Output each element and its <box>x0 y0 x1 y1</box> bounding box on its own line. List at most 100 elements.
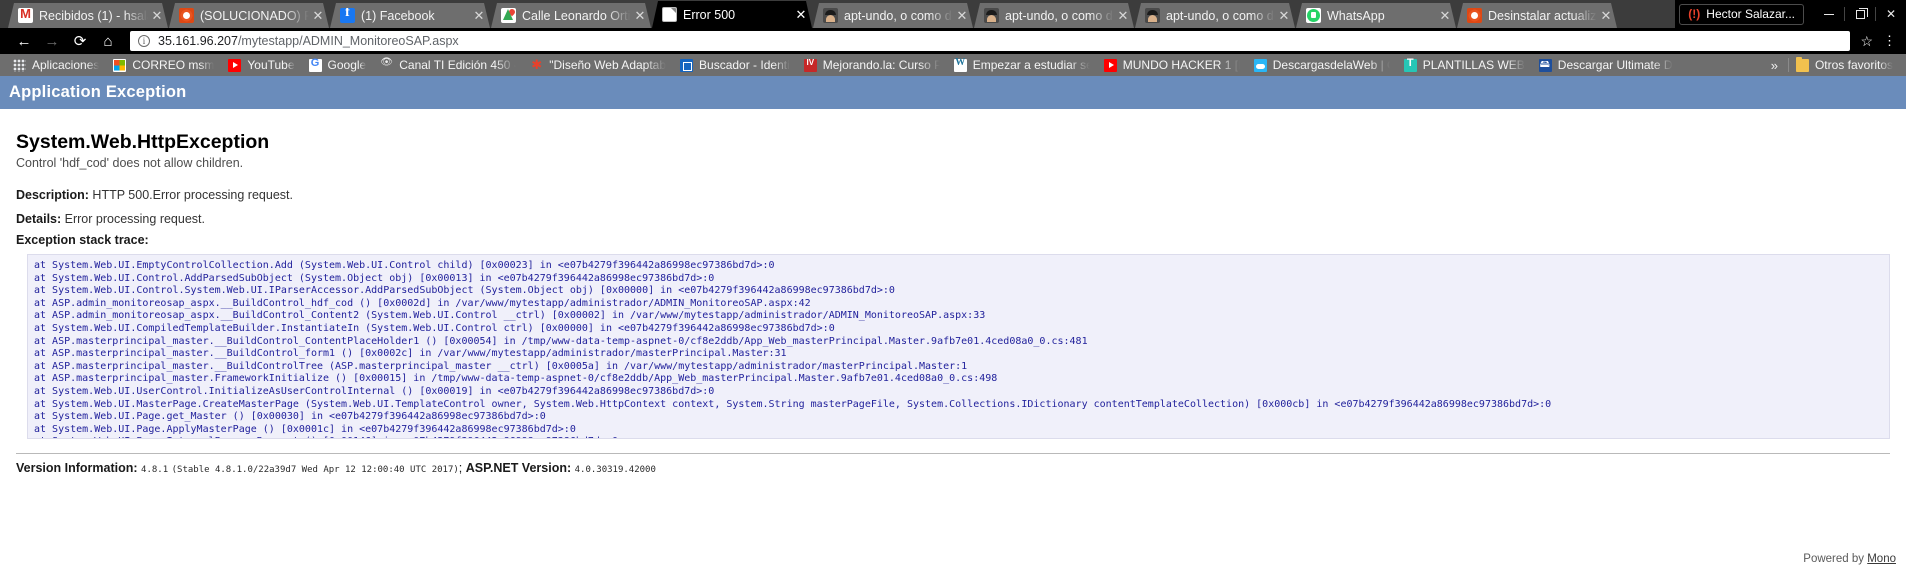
user-name-label: Hector Salazar... <box>1706 7 1795 21</box>
tab-title: (1) Facebook <box>361 8 435 23</box>
window-controls: (!) Hector Salazar... ✕ <box>1675 0 1906 28</box>
version-label: Version Information: <box>16 461 138 475</box>
bookmark-label: CORREO msm <box>132 58 215 72</box>
bookmark-item[interactable]: Aplicaciones <box>6 55 106 75</box>
maximize-button[interactable] <box>1845 0 1875 28</box>
asterisk-icon <box>530 57 544 73</box>
browser-tab[interactable]: Desinstalar actualizac✕ <box>1457 3 1617 28</box>
browser-tab[interactable]: (SOLUCIONADO) Prob✕ <box>169 3 329 28</box>
bookmark-item[interactable]: YouTube <box>221 55 301 75</box>
bookmarks-overflow-button[interactable]: » <box>1761 58 1788 73</box>
site-info-icon[interactable]: i <box>138 35 150 47</box>
google-icon <box>308 57 322 72</box>
bookmark-other-favorites[interactable]: Otros favoritos <box>1789 55 1900 75</box>
bookmark-star-icon[interactable]: ☆ <box>1860 33 1873 50</box>
t-icon <box>1403 57 1417 72</box>
bookmark-label: Aplicaciones <box>32 58 100 72</box>
browser-window: Recibidos (1) - hsalazar✕(SOLUCIONADO) P… <box>0 0 1906 571</box>
page-content: Application Exception System.Web.HttpExc… <box>0 76 1906 571</box>
bookmark-label: MUNDO HACKER 1 [N <box>1122 58 1240 72</box>
tab-close-icon[interactable]: ✕ <box>953 8 971 24</box>
tab-title: WhatsApp <box>1327 8 1385 23</box>
bookmark-label: Canal TI Edición 450 - <box>399 58 517 72</box>
apps-grid-icon <box>13 58 26 72</box>
wordpress-icon <box>953 57 967 72</box>
url-path: /mytestapp/ADMIN_MonitoreoSAP.aspx <box>237 34 459 48</box>
tab-close-icon[interactable]: ✕ <box>1436 8 1454 24</box>
facebook-icon <box>340 8 355 23</box>
stack-trace-text: at System.Web.UI.EmptyControlCollection.… <box>34 260 1552 438</box>
description-label: Description: <box>16 188 89 202</box>
tab-title: Desinstalar actualizac <box>1488 8 1597 23</box>
description-row: Description: HTTP 500.Error processing r… <box>16 188 1890 202</box>
user-profile-chip[interactable]: (!) Hector Salazar... <box>1679 3 1804 25</box>
tab-close-icon[interactable]: ✕ <box>470 8 488 24</box>
mono-version: 4.8.1 <box>141 465 169 475</box>
whatsapp-icon <box>1306 8 1321 23</box>
navigation-toolbar: ← → ⟳ ⌂ i 35.161.96.207/mytestapp/ADMIN_… <box>0 28 1906 54</box>
tab-close-icon[interactable]: ✕ <box>1275 8 1293 24</box>
bookmark-label: YouTube <box>247 58 295 72</box>
browser-tab[interactable]: apt-undo, o como des ✕ <box>813 3 973 28</box>
url-host: 35.161.96.207 <box>158 34 238 48</box>
bookmark-item[interactable]: "Diseño Web Adaptab <box>523 55 673 75</box>
bookmark-label: Mejorando.la: Curso P <box>822 58 940 72</box>
tab-close-icon[interactable]: ✕ <box>148 8 166 24</box>
back-button[interactable]: ← <box>10 29 38 53</box>
microsoft-icon <box>113 58 127 72</box>
bookmark-item[interactable]: Empezar a estudiar se <box>947 55 1097 75</box>
home-button[interactable]: ⌂ <box>94 29 122 53</box>
address-bar[interactable]: i 35.161.96.207/mytestapp/ADMIN_Monitore… <box>130 31 1851 51</box>
forward-button[interactable]: → <box>38 29 66 53</box>
bookmark-item[interactable]: CORREO msm <box>106 55 221 75</box>
details-label: Details: <box>16 212 62 226</box>
mono-build: (Stable 4.8.1.0/22a39d7 Wed Apr 12 12:00… <box>171 465 459 475</box>
tab-close-icon[interactable]: ✕ <box>1597 8 1615 24</box>
browser-menu-icon[interactable]: ⋮ <box>1883 34 1896 47</box>
exception-message: Control 'hdf_cod' does not allow childre… <box>16 156 244 170</box>
browser-tab-active[interactable]: Error 500 ✕ <box>652 1 812 28</box>
aspnet-label: ASP.NET Version: <box>465 461 572 475</box>
minimize-button[interactable] <box>1814 0 1844 28</box>
bookmark-item[interactable]: Canal TI Edición 450 - <box>373 55 523 75</box>
mono-link[interactable]: Mono <box>1867 553 1896 565</box>
tab-title: apt-undo, o como des <box>844 8 953 23</box>
bookmark-item[interactable]: Google <box>302 55 374 75</box>
powered-prefix: Powered by <box>1803 553 1868 565</box>
bookmark-item[interactable]: Buscador - Identi <box>673 55 797 75</box>
bookmark-label: "Diseño Web Adaptab <box>549 58 667 72</box>
browser-tab[interactable]: apt-undo, o como des ✕ <box>974 3 1134 28</box>
tab-close-icon[interactable]: ✕ <box>792 7 810 23</box>
ubuntu-icon <box>179 8 194 23</box>
google-maps-icon <box>501 8 516 23</box>
bookmark-item[interactable]: Descargar Ultimate D <box>1532 55 1680 75</box>
youtube-icon <box>228 58 242 72</box>
bookmark-item[interactable]: DescargasdelaWeb | C <box>1247 55 1397 75</box>
stack-trace-panel[interactable]: at System.Web.UI.EmptyControlCollection.… <box>27 254 1890 439</box>
browser-tab[interactable]: (1) Facebook ✕ <box>330 3 490 28</box>
document-icon <box>662 7 677 22</box>
semicolon: ; <box>458 461 463 475</box>
tab-close-icon[interactable]: ✕ <box>1114 8 1132 24</box>
restore-icon <box>1855 9 1865 19</box>
tab-title: Error 500 <box>683 7 736 22</box>
page-title: Application Exception <box>0 76 1906 109</box>
tabs-container: Recibidos (1) - hsalazar✕(SOLUCIONADO) P… <box>8 1 1618 28</box>
browser-tab[interactable]: Calle Leonardo Ortiz S✕ <box>491 3 651 28</box>
bookmark-label: Descargar Ultimate D <box>1557 58 1673 72</box>
bookmark-item[interactable]: MUNDO HACKER 1 [N <box>1097 55 1247 75</box>
tab-close-icon[interactable]: ✕ <box>309 8 327 24</box>
tab-close-icon[interactable]: ✕ <box>631 8 649 24</box>
bookmark-item[interactable]: Mejorando.la: Curso P <box>797 55 947 75</box>
browser-tab[interactable]: apt-undo, o como des ✕ <box>1135 3 1295 28</box>
details-value: Error processing request. <box>64 212 205 226</box>
browser-tab[interactable]: Recibidos (1) - hsalazar✕ <box>8 3 168 28</box>
bookmark-item[interactable]: PLANTILLAS WEB <box>1397 55 1532 75</box>
browser-tab[interactable]: WhatsApp ✕ <box>1296 3 1456 28</box>
exception-type-heading: System.Web.HttpException <box>16 131 270 153</box>
tab-strip: Recibidos (1) - hsalazar✕(SOLUCIONADO) P… <box>0 0 1906 28</box>
tab-title: apt-undo, o como des <box>1005 8 1114 23</box>
reload-button[interactable]: ⟳ <box>66 29 94 53</box>
close-window-button[interactable]: ✕ <box>1876 0 1906 28</box>
bookmark-label: Otros favoritos <box>1814 58 1893 72</box>
